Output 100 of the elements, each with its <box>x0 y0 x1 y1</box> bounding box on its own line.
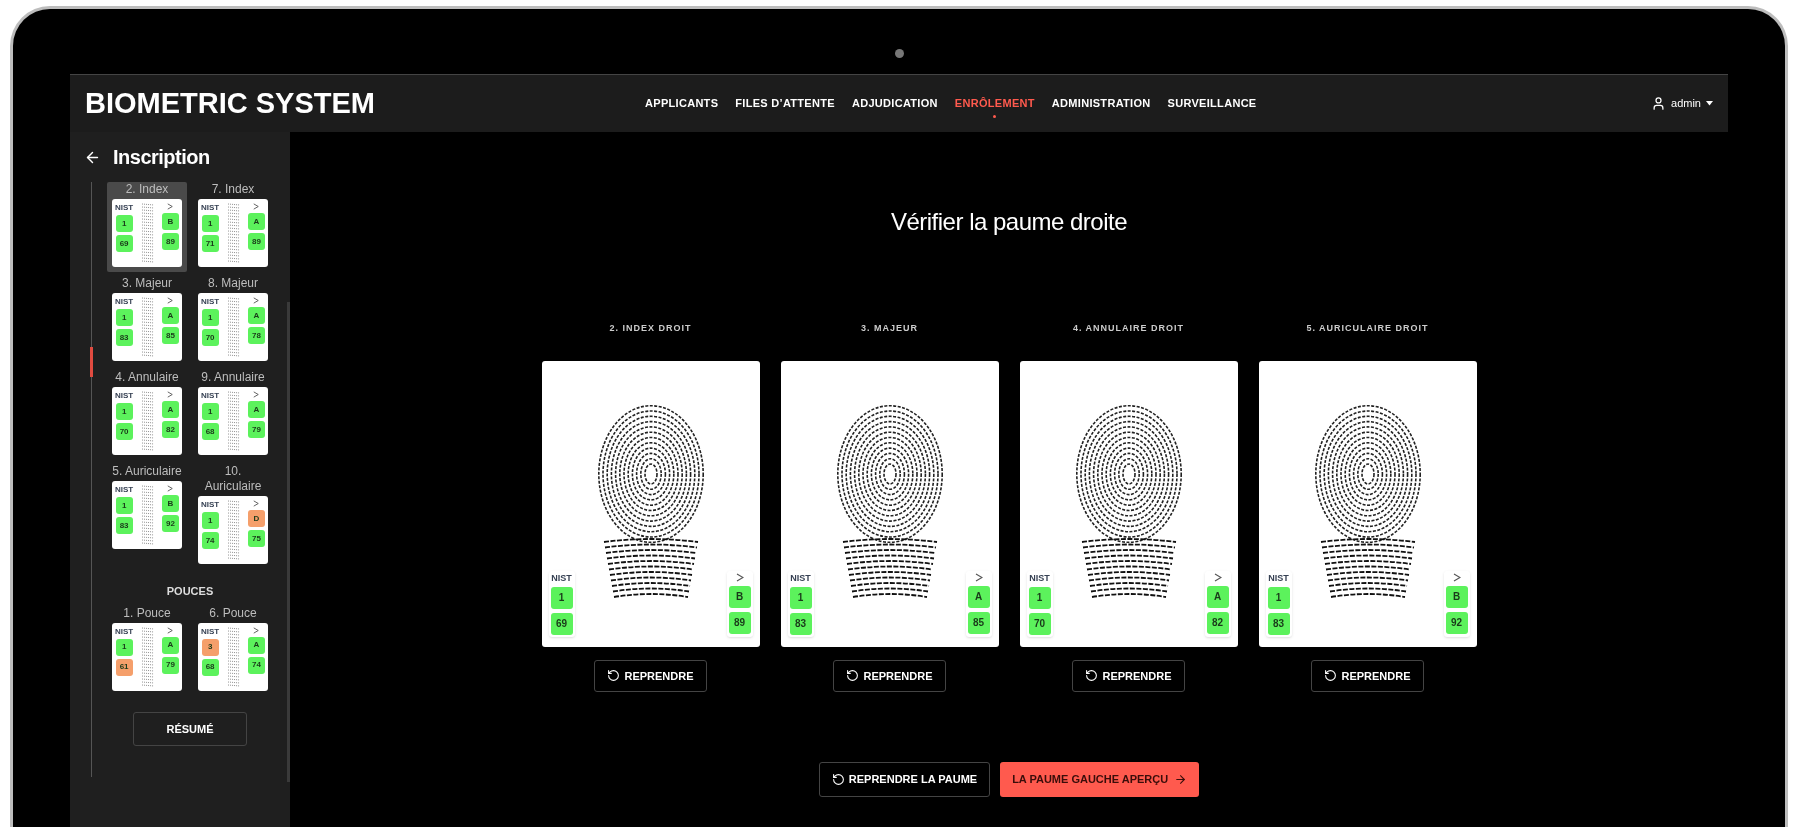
score-badge: 70 <box>115 423 133 440</box>
retake-button[interactable]: REPRENDRE <box>594 659 707 692</box>
nist-label: NIST <box>115 391 134 400</box>
nav-link[interactable]: FILES D’ATTENTE <box>735 89 835 118</box>
score-badge: 78 <box>248 327 265 344</box>
finger-tile[interactable]: 1. Pouce NIST 1 61 A 79 <box>107 605 187 696</box>
score-badge: 1 <box>1028 586 1051 609</box>
fingerprint-strip <box>226 500 241 560</box>
finger-tile[interactable]: 2. Index NIST 1 69 B 89 <box>107 182 187 272</box>
score-badge: 1 <box>789 586 812 609</box>
finger-heading: 4. ANNULAIRE DROIT <box>1072 322 1185 335</box>
nist-label: NIST <box>201 391 220 400</box>
finger-tile[interactable]: 4. Annulaire NIST 1 70 A 82 <box>107 370 187 460</box>
fingerprint-strip <box>140 297 155 357</box>
nist-label: NIST <box>1268 572 1289 583</box>
step-indicator <box>90 347 93 377</box>
fingerprint-strip <box>140 203 155 263</box>
score-badge: 83 <box>789 612 812 635</box>
fingerprint-strip <box>226 297 241 357</box>
nav-link[interactable]: ADJUDICATION <box>851 89 938 118</box>
retake-button[interactable]: REPRENDRE <box>833 659 946 692</box>
nav-link[interactable]: APPLICANTS <box>645 89 719 118</box>
finger-heading: 3. MAJEUR <box>861 322 918 335</box>
nist-label: NIST <box>790 572 811 583</box>
score-badge: 1 <box>115 497 133 514</box>
finger-tile[interactable]: 9. Annulaire NIST 1 68 A 79 <box>193 370 273 460</box>
score-badge: 1 <box>115 215 133 232</box>
nav-link[interactable]: SURVEILLANCE <box>1167 89 1257 118</box>
fingerprint-strip <box>226 203 241 263</box>
score-badge: A <box>162 401 179 418</box>
score-badge: 83 <box>1267 612 1290 635</box>
score-badge: 69 <box>550 612 573 635</box>
retake-icon <box>831 772 845 786</box>
finger-tile[interactable]: 10. Auriculaire NIST 1 74 D 75 <box>193 464 273 569</box>
nist-label: NIST <box>115 203 134 212</box>
score-badge: 92 <box>162 515 179 532</box>
score-badge: A <box>248 307 265 324</box>
score-badge: A <box>162 307 179 324</box>
finger-tile[interactable]: 6. Pouce NIST 3 68 A 74 <box>193 605 273 696</box>
score-badge: 1 <box>115 638 133 656</box>
finger-label: 5. Auriculaire <box>112 464 182 479</box>
score-badge: 1 <box>1267 586 1290 609</box>
score-badge: 75 <box>248 530 265 547</box>
score-badge: 74 <box>248 656 265 674</box>
fingerprint-strip <box>140 626 155 687</box>
score-badge: 89 <box>248 233 265 250</box>
score-badge: 79 <box>248 421 265 438</box>
user-icon <box>1651 96 1667 111</box>
finger-heading: 2. INDEX DROIT <box>609 322 692 335</box>
score-badge: 83 <box>115 329 133 346</box>
nist-label: NIST <box>201 297 220 306</box>
score-badge: 1 <box>201 215 219 232</box>
finger-label: 2. Index <box>125 182 169 197</box>
retake-button[interactable]: REPRENDRE <box>1311 659 1424 692</box>
score-badge: A <box>1206 585 1229 608</box>
score-badge: B <box>1445 585 1468 608</box>
nist-label: NIST <box>551 572 572 583</box>
score-badge: 3 <box>201 638 219 656</box>
fingerprint-strip <box>226 391 241 451</box>
score-badge: 82 <box>162 421 179 438</box>
retake-icon <box>846 669 860 683</box>
nist-label: NIST <box>1029 572 1050 583</box>
score-badge: 68 <box>201 658 219 676</box>
next-button[interactable]: LA PAUME GAUCHE APERÇU <box>1000 762 1200 797</box>
finger-tile[interactable]: 5. Auriculaire NIST 1 83 B 92 <box>107 464 187 569</box>
score-badge: 79 <box>162 656 179 674</box>
finger-tile[interactable]: 3. Majeur NIST 1 83 A 85 <box>107 276 187 366</box>
page-title: Vérifier la paume droite <box>890 207 1128 237</box>
finger-label: 7. Index <box>211 182 255 197</box>
score-badge: 1 <box>201 512 219 529</box>
fingerprint-strip <box>140 391 155 451</box>
camera-icon <box>894 49 904 58</box>
score-badge: B <box>162 213 179 230</box>
score-badge: D <box>248 510 265 527</box>
retake-icon <box>1324 669 1338 683</box>
score-badge: B <box>728 585 751 608</box>
score-badge: 1 <box>115 403 133 420</box>
finger-label: 10. Auriculaire <box>203 464 263 494</box>
score-badge: 61 <box>115 658 133 676</box>
nav-link[interactable]: ENRÔLEMENT <box>954 89 1035 118</box>
finger-tile[interactable]: 7. Index NIST 1 71 A 89 <box>193 182 273 272</box>
score-badge: 1 <box>550 586 573 609</box>
score-badge: 1 <box>201 309 219 326</box>
score-badge: A <box>967 585 990 608</box>
brand-title: BIOMETRIC SYSTEM <box>85 85 376 121</box>
caret-icon <box>1706 101 1713 106</box>
user-menu[interactable]: admin <box>1651 95 1713 112</box>
retake-palm-button[interactable]: REPRENDRE LA PAUME <box>818 762 991 797</box>
score-badge: 1 <box>115 309 133 326</box>
finger-tile[interactable]: 8. Majeur NIST 1 70 A 78 <box>193 276 273 366</box>
nav-link[interactable]: ADMINISTRATION <box>1051 89 1151 118</box>
nist-label: NIST <box>115 485 134 494</box>
score-badge: 85 <box>162 327 179 344</box>
retake-button[interactable]: REPRENDRE <box>1072 659 1185 692</box>
fingerprint-strip <box>226 626 241 687</box>
group-heading: POUCES <box>166 584 214 599</box>
score-badge: A <box>248 213 265 230</box>
finger-label: 4. Annulaire <box>115 370 179 385</box>
arrow-right-icon <box>1174 772 1188 786</box>
summary-button[interactable]: RÉSUMÉ <box>133 711 247 746</box>
